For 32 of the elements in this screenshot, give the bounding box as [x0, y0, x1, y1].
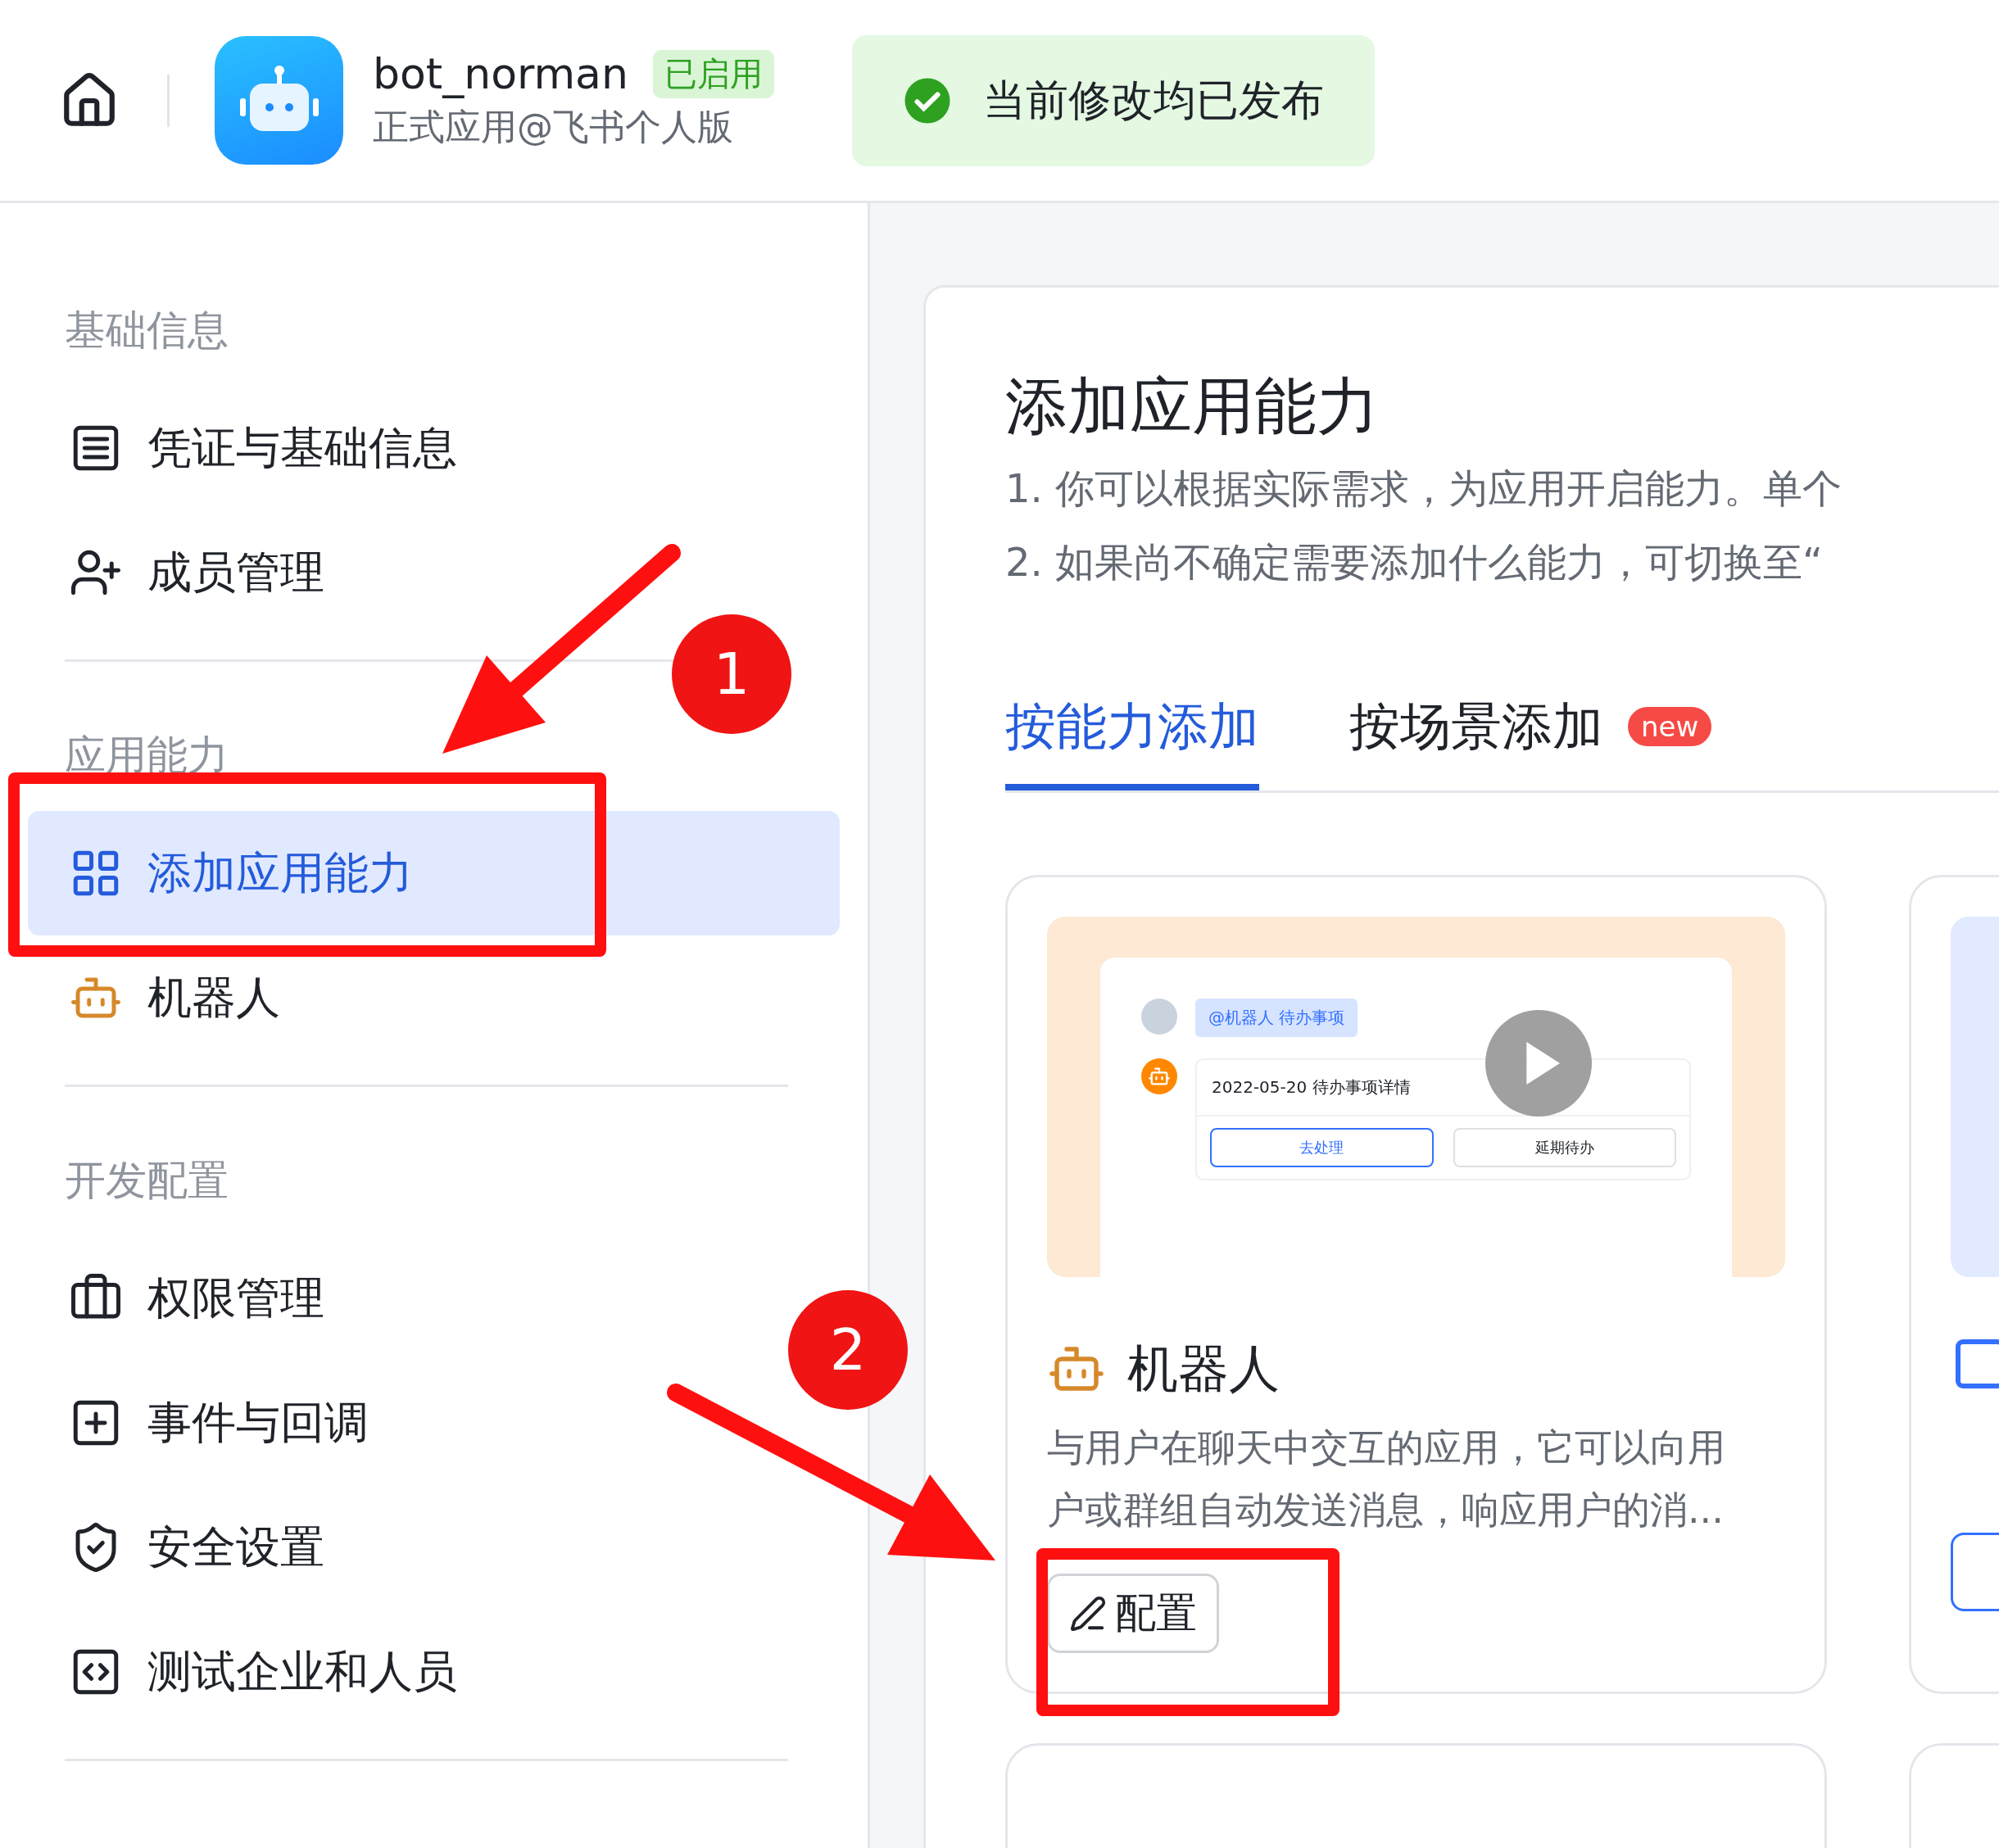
- section-title: 基础信息: [64, 305, 229, 356]
- configure-button[interactable]: 配置: [1047, 1574, 1219, 1653]
- sidebar-item[interactable]: 测试企业和人员: [28, 1610, 474, 1734]
- tip-text: 1. 你可以根据实际需求，为应用开启能力。单个: [1005, 464, 1843, 513]
- app-subtitle: 正式应用@飞书个人版: [373, 105, 734, 149]
- sidebar-item[interactable]: 安全设置: [28, 1485, 341, 1610]
- sidebar-item[interactable]: 事件与回调: [28, 1361, 385, 1485]
- tab[interactable]: 按能力添加: [1005, 669, 1259, 790]
- pencil-icon: [1069, 1594, 1107, 1633]
- card-title: 机器人: [1127, 1338, 1280, 1400]
- status-tag: 已启用: [652, 49, 774, 98]
- avatar-circle: [1141, 999, 1177, 1035]
- action-button[interactable]: 延期待办: [1453, 1128, 1676, 1167]
- mention-bubble: @机器人 待办事项: [1195, 999, 1358, 1037]
- sidebar-item[interactable]: 凭证与基础信息: [28, 386, 474, 510]
- app-name: bot_norman: [373, 49, 628, 98]
- sidebar-item[interactable]: 权限管理: [28, 1236, 341, 1361]
- new-badge: new: [1628, 707, 1712, 746]
- step-number: 1: [672, 614, 791, 734]
- sidebar-item[interactable]: 添加应用能力: [28, 811, 840, 935]
- section-title: 应用能力: [64, 730, 229, 781]
- tip-text: 2. 如果尚不确定需要添加什么能力，可切换至“: [1005, 538, 1824, 587]
- play-icon[interactable]: [1485, 1010, 1592, 1116]
- page-title: 添加应用能力: [1005, 369, 1380, 444]
- publish-notice: 当前修改均已发布: [851, 34, 1375, 166]
- section-title: 开发配置: [64, 1155, 229, 1206]
- action-button[interactable]: 去处理: [1210, 1128, 1434, 1167]
- tab[interactable]: 按场景添加 new: [1349, 669, 1712, 790]
- card-description: 与用户在聊天中交互的应用，它可以向用户或群组自动发送消息，响应用户的消...: [1047, 1424, 1726, 1533]
- sidebar-item[interactable]: 机器人: [28, 935, 297, 1060]
- sidebar-item[interactable]: 成员管理: [28, 510, 341, 635]
- step-number: 2: [788, 1290, 908, 1410]
